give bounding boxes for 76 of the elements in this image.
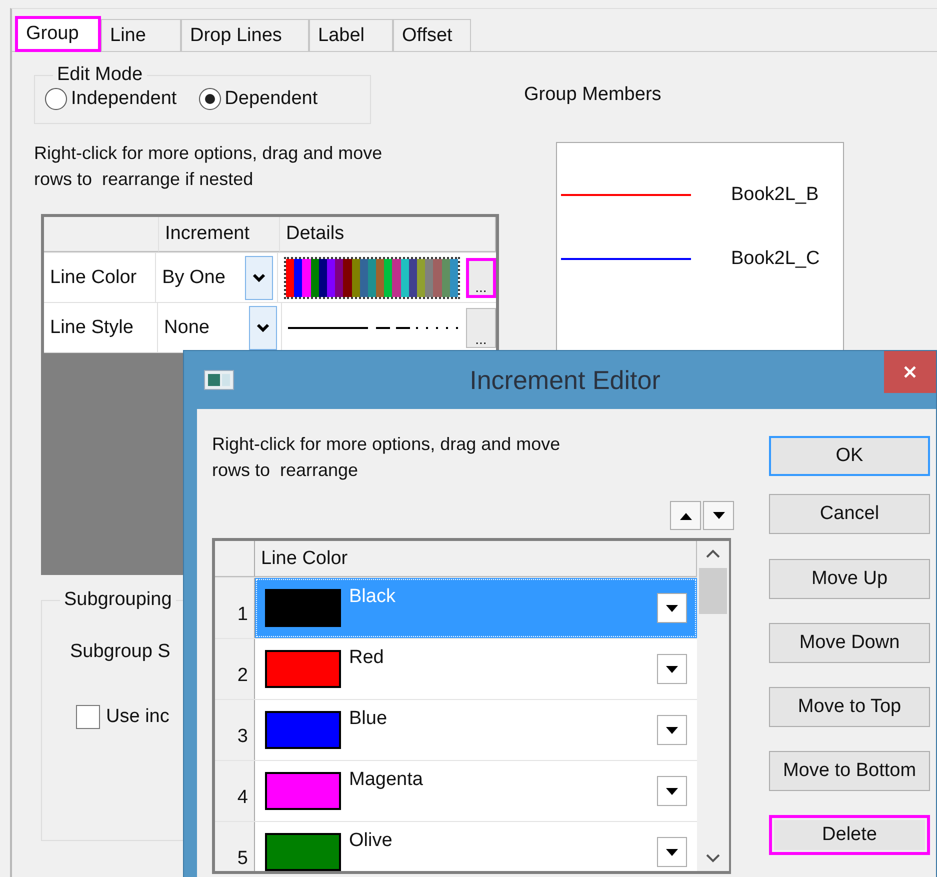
up-triangle-icon <box>680 512 692 520</box>
dropdown-button[interactable] <box>657 776 687 806</box>
increment-value: By One <box>162 266 226 288</box>
group-title: Subgrouping <box>63 589 173 611</box>
dropdown-button[interactable] <box>657 715 687 745</box>
close-button[interactable] <box>884 351 936 393</box>
column-header: Line Color <box>255 541 697 577</box>
caret-icon <box>666 666 678 672</box>
move-down-button[interactable] <box>703 501 734 530</box>
caret-icon <box>666 726 678 734</box>
dialog-button[interactable]: Cancel <box>769 494 930 534</box>
row-number: 4 <box>215 761 255 821</box>
radio-label: Independent <box>71 88 177 110</box>
caret-icon <box>666 604 678 612</box>
dialog-button[interactable]: Move Down <box>769 623 930 663</box>
dropdown-button[interactable] <box>245 256 273 300</box>
dialog-button[interactable]: Move Up <box>769 559 930 599</box>
tab[interactable]: Line <box>101 19 181 51</box>
more-button[interactable]: ... <box>466 308 496 348</box>
tab[interactable]: Label <box>309 19 393 51</box>
row-number: 3 <box>215 700 255 760</box>
checkbox[interactable] <box>76 705 100 729</box>
dialog-title: Increment Editor <box>468 364 662 396</box>
tab[interactable]: Offset <box>393 19 471 51</box>
instruction-text: Right-click for more options, drag and move rows to rearrange if nested <box>34 142 384 191</box>
row-number: 5 <box>215 822 255 871</box>
member-name: Book2L_C <box>731 248 820 270</box>
color-cell[interactable]: Red <box>255 639 697 699</box>
chevron-icon <box>256 322 270 332</box>
radio-button[interactable] <box>45 88 67 110</box>
more-button[interactable]: ... <box>466 258 496 298</box>
dropdown-button[interactable] <box>249 306 277 350</box>
group-title: Edit Mode <box>56 64 144 86</box>
move-up-button[interactable] <box>670 501 701 530</box>
radio-label: Dependent <box>224 88 318 110</box>
dialog-button[interactable]: Delete <box>769 815 930 855</box>
tab[interactable]: Drop Lines <box>181 19 309 51</box>
chevron-up-icon <box>706 549 720 558</box>
instruction-text: Right-click for more options, drag and move rows to rearrange <box>212 433 562 482</box>
caret-icon <box>666 788 678 794</box>
checkbox-label: Use inc <box>106 706 170 728</box>
close-icon <box>903 365 917 379</box>
row-label: Line Color <box>44 253 156 302</box>
dialog-button[interactable]: OK <box>769 436 930 476</box>
header-corner <box>215 541 255 577</box>
down-triangle-icon <box>712 512 724 520</box>
column-header: Details <box>280 217 496 252</box>
tab[interactable]: Group <box>15 16 101 52</box>
row-number: 1 <box>215 578 255 638</box>
section-title: Group Members <box>524 84 662 106</box>
dropdown-button[interactable] <box>657 654 687 684</box>
window-icon <box>204 370 234 390</box>
scrollbar-thumb[interactable] <box>699 568 727 614</box>
chevron-icon <box>252 272 266 282</box>
color-name: Red <box>349 646 385 669</box>
dialog-button[interactable]: Move to Bottom <box>769 751 930 791</box>
color-name: Black <box>349 585 396 608</box>
color-name: Olive <box>349 829 394 852</box>
color-cell[interactable]: Magenta <box>255 761 697 821</box>
caret-icon <box>666 848 678 856</box>
member-name: Book2L_B <box>731 184 819 206</box>
radio-button[interactable] <box>198 88 221 110</box>
increment-value: None <box>164 316 210 338</box>
color-name: Blue <box>349 707 388 730</box>
column-header: Increment <box>159 217 280 252</box>
color-cell[interactable]: Olive <box>255 822 697 871</box>
field-label: Subgroup S <box>70 641 170 663</box>
row-label: Line Style <box>44 303 158 352</box>
color-name: Magenta <box>349 768 424 791</box>
dialog-button[interactable]: Move to Top <box>769 687 930 727</box>
dropdown-button[interactable] <box>657 593 687 623</box>
dropdown-button[interactable] <box>657 837 687 867</box>
color-cell[interactable]: Blue <box>255 700 697 760</box>
row-number: 2 <box>215 639 255 699</box>
scrollbar[interactable] <box>697 541 729 871</box>
chevron-down-icon <box>706 854 720 863</box>
